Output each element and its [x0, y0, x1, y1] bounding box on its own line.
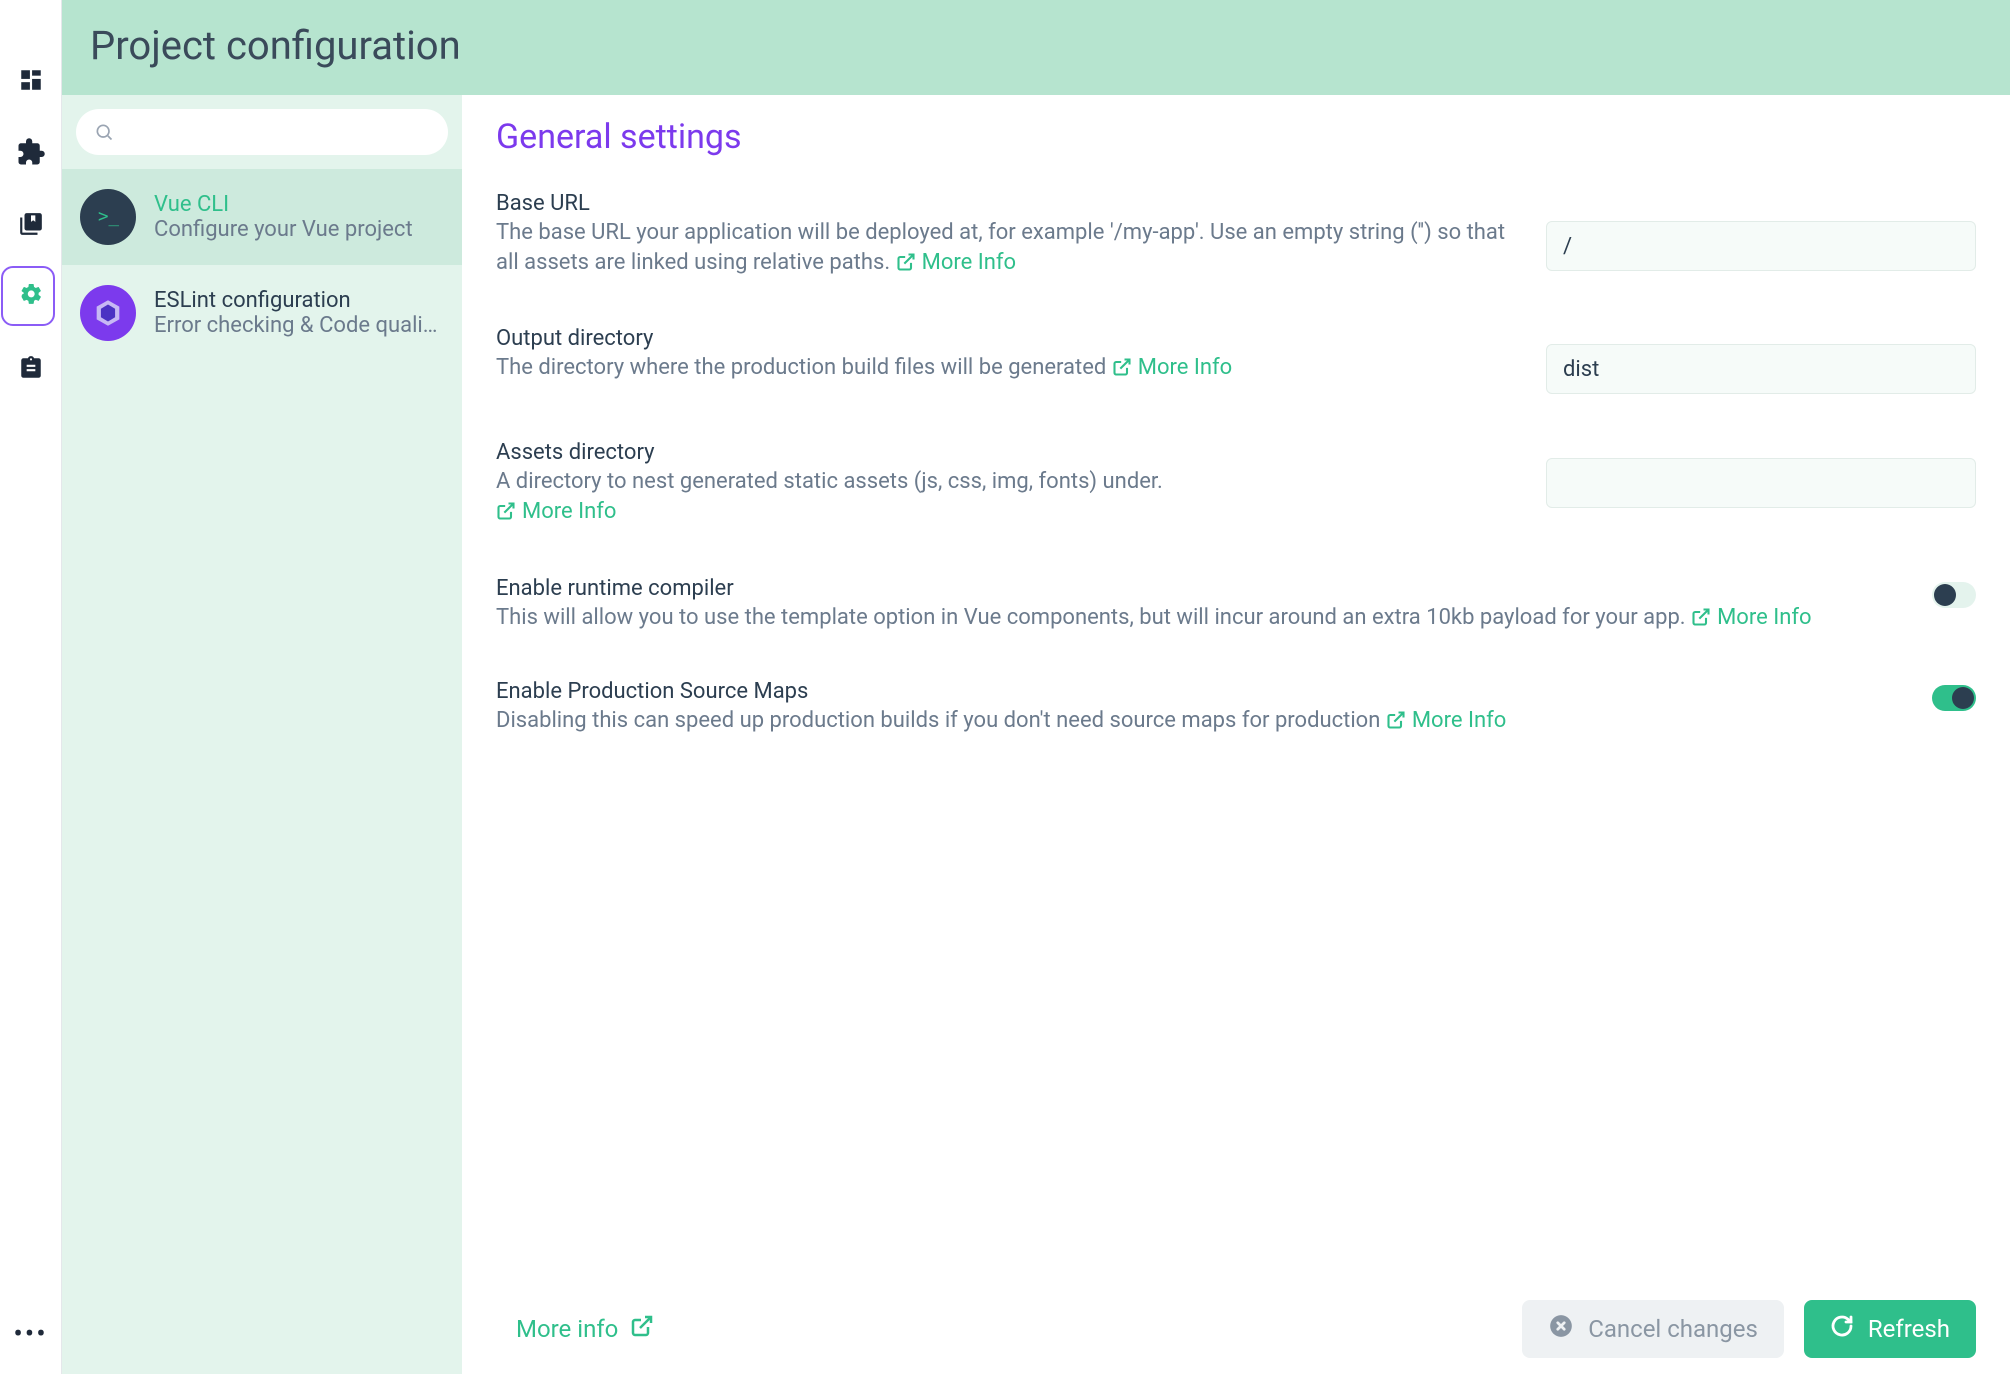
nav-configuration[interactable] [11, 276, 51, 316]
panel-heading: General settings [496, 117, 1976, 157]
more-info-link[interactable]: More Info [896, 250, 1016, 275]
nav-dependencies[interactable] [11, 204, 51, 244]
external-link-icon [1691, 606, 1711, 636]
more-info-link[interactable]: More Info [1386, 708, 1506, 733]
more-info-link[interactable]: More Info [1112, 355, 1232, 380]
page-title: Project configuration [90, 22, 1982, 69]
search-icon [94, 122, 114, 142]
nav-more[interactable]: ••• [13, 1317, 47, 1350]
field-name: Assets directory [496, 440, 1506, 465]
page-header: Project configuration [62, 0, 2010, 95]
runtime-compiler-toggle[interactable] [1932, 582, 1976, 608]
field-desc: The base URL your application will be de… [496, 218, 1506, 280]
config-item-subtitle: Error checking & Code quali… [154, 313, 438, 338]
refresh-button[interactable]: Refresh [1804, 1300, 1976, 1358]
config-item-eslint[interactable]: ESLint configuration Error checking & Co… [62, 265, 462, 361]
field-runtime-compiler: Enable runtime compiler This will allow … [496, 576, 1976, 636]
field-desc: This will allow you to use the template … [496, 603, 1892, 636]
field-source-maps: Enable Production Source Maps Disabling … [496, 679, 1976, 739]
config-item-vue-cli[interactable]: >_ Vue CLI Configure your Vue project [62, 169, 462, 265]
cancel-button[interactable]: Cancel changes [1522, 1300, 1784, 1358]
config-sidebar: >_ Vue CLI Configure your Vue project ES… [62, 95, 462, 1374]
field-name: Output directory [496, 326, 1506, 351]
clipboard-icon [18, 355, 44, 381]
field-output-dir: Output directory The directory where the… [496, 326, 1976, 394]
external-link-icon [896, 251, 916, 281]
nav-rail: ••• [0, 0, 62, 1374]
external-link-icon [496, 500, 516, 530]
eslint-icon [80, 285, 136, 341]
assets-dir-input[interactable] [1546, 458, 1976, 508]
gear-icon [17, 282, 45, 310]
settings-panel: General settings Base URL The base URL y… [462, 95, 2010, 1374]
vue-cli-icon: >_ [80, 189, 136, 245]
collections-icon [18, 211, 44, 237]
external-link-icon [1112, 356, 1132, 386]
field-desc: Disabling this can speed up production b… [496, 706, 1892, 739]
external-link-icon [630, 1314, 654, 1344]
more-info-button[interactable]: More info [516, 1314, 654, 1344]
dashboard-icon [18, 67, 44, 93]
more-info-link[interactable]: More Info [1691, 605, 1811, 630]
refresh-icon [1830, 1314, 1854, 1344]
external-link-icon [1386, 709, 1406, 739]
config-item-title: Vue CLI [154, 192, 413, 217]
field-assets-dir: Assets directory A directory to nest gen… [496, 440, 1976, 529]
nav-plugins[interactable] [11, 132, 51, 172]
puzzle-icon [16, 137, 46, 167]
svg-text:>_: >_ [98, 207, 120, 227]
nav-tasks[interactable] [11, 348, 51, 388]
field-name: Base URL [496, 191, 1506, 216]
output-dir-input[interactable] [1546, 344, 1976, 394]
action-bar: More info Cancel changes Refresh [496, 1292, 1976, 1358]
more-info-link[interactable]: More Info [496, 499, 616, 524]
more-horizontal-icon: ••• [13, 1317, 47, 1350]
field-base-url: Base URL The base URL your application w… [496, 191, 1976, 280]
main: Project configuration >_ Vue CLI Configu… [62, 0, 2010, 1374]
nav-dashboard[interactable] [11, 60, 51, 100]
field-name: Enable runtime compiler [496, 576, 1892, 601]
search-input[interactable] [76, 109, 448, 155]
config-item-title: ESLint configuration [154, 288, 438, 313]
base-url-input[interactable] [1546, 221, 1976, 271]
field-name: Enable Production Source Maps [496, 679, 1892, 704]
source-maps-toggle[interactable] [1932, 685, 1976, 711]
config-item-subtitle: Configure your Vue project [154, 217, 413, 242]
field-desc: A directory to nest generated static ass… [496, 467, 1506, 529]
field-desc: The directory where the production build… [496, 353, 1506, 386]
close-circle-icon [1548, 1313, 1574, 1345]
